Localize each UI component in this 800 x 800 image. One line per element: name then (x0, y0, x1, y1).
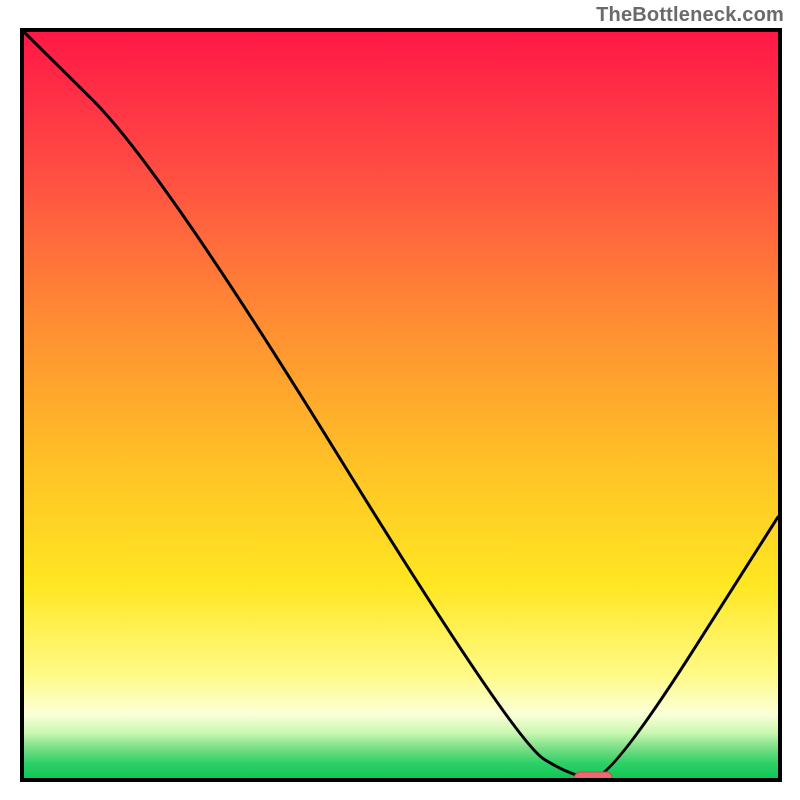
chart-stage: TheBottleneck.com (0, 0, 800, 800)
watermark-text: TheBottleneck.com (596, 4, 784, 27)
gradient-background (20, 28, 782, 782)
bottleneck-chart (0, 0, 800, 800)
plot-area (20, 28, 782, 784)
